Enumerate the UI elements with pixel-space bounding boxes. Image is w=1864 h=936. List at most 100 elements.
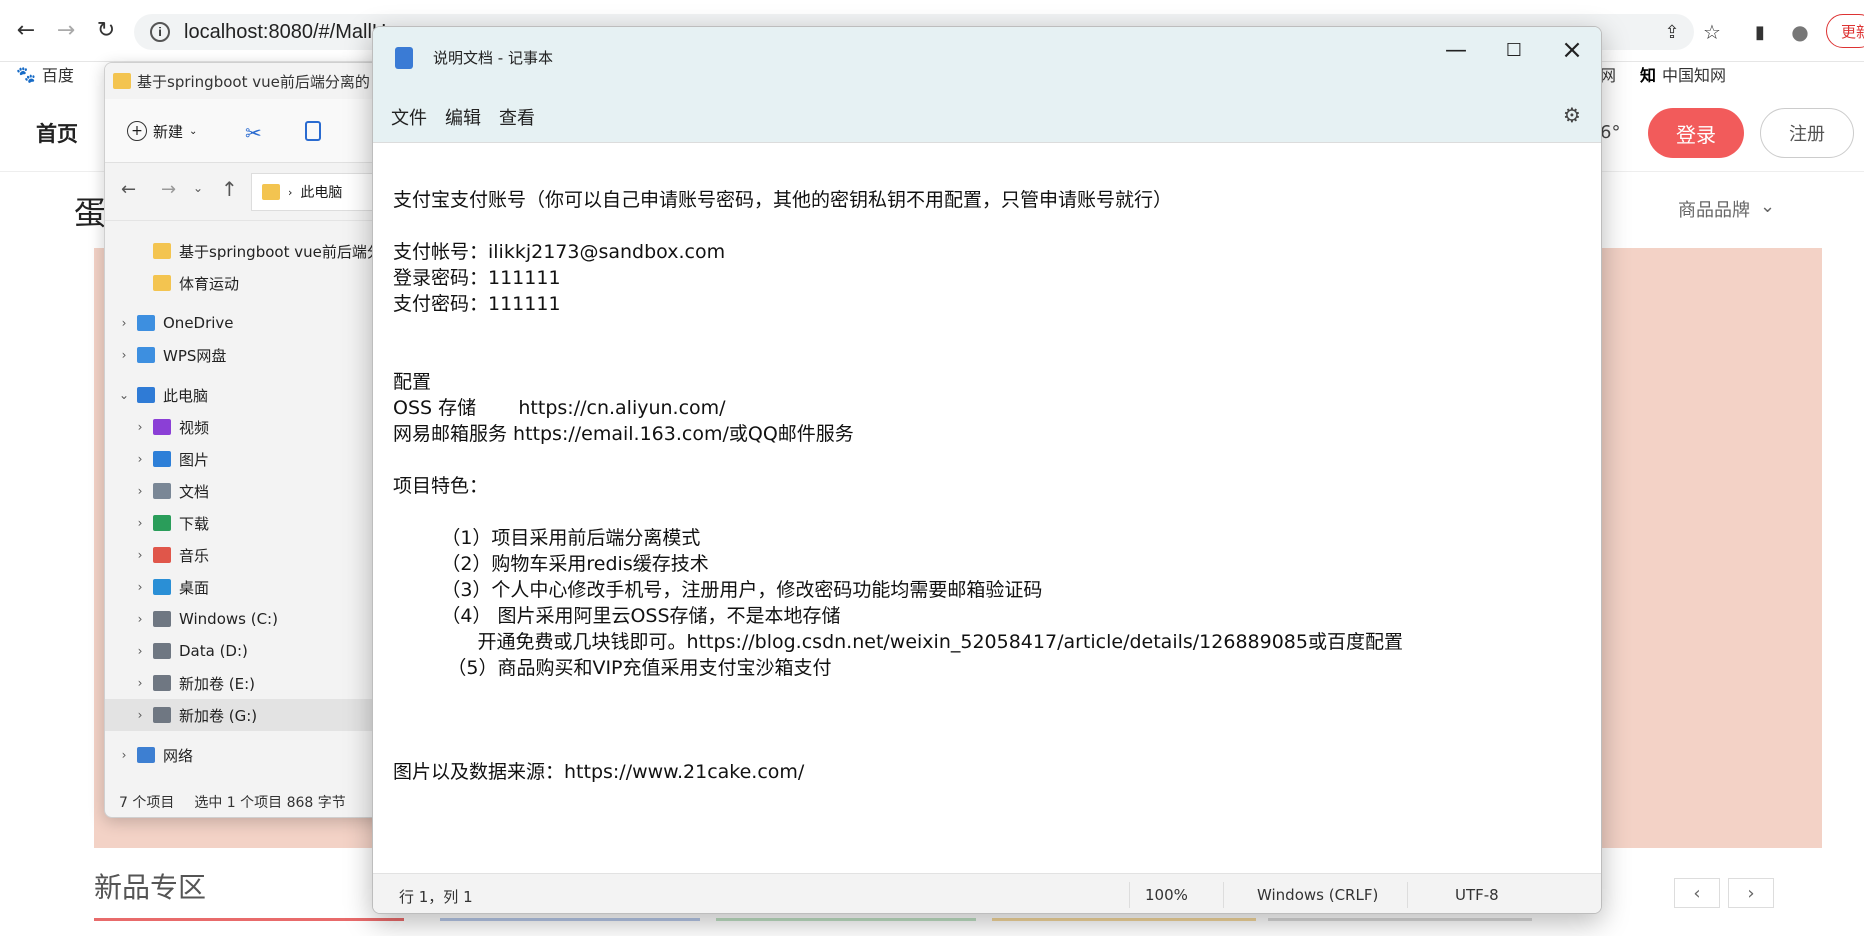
chevron-right-icon[interactable]: › (131, 420, 149, 434)
prev-page-button[interactable]: ‹ (1674, 878, 1720, 908)
info-icon[interactable]: i (150, 22, 170, 42)
copy-icon[interactable] (305, 121, 321, 141)
chevron-down-icon[interactable]: ⌄ (115, 388, 133, 402)
folder-icon (113, 73, 131, 89)
line-ending: Windows (CRLF) (1257, 886, 1379, 904)
chevron-right-icon[interactable]: › (115, 348, 133, 362)
tree-item-label: Windows (C:) (179, 610, 278, 628)
chevron-right-icon[interactable]: › (131, 644, 149, 658)
reload-icon[interactable]: ↻ (90, 14, 122, 46)
tree-item[interactable]: 基于springboot vue前后端分 (105, 235, 403, 267)
explorer-titlebar: 基于springboot vue前后端分离的 (105, 63, 403, 99)
notepad-statusbar: 行 1，列 1 100% Windows (CRLF) UTF-8 (373, 873, 1601, 913)
tree-item[interactable]: › Data (D:) (105, 635, 403, 667)
folder-icon (153, 243, 171, 259)
chevron-right-icon[interactable]: › (131, 516, 149, 530)
explorer-statusbar: 7 个项目 选中 1 个项目 868 字节 (105, 785, 403, 817)
bookmark-cnki[interactable]: 知 中国知网 (1640, 62, 1726, 86)
update-button[interactable]: 更新 (1826, 14, 1864, 48)
maximize-button[interactable]: ☐ (1485, 27, 1543, 73)
cloud-icon (137, 347, 155, 363)
tree-item[interactable]: › OneDrive (105, 307, 403, 339)
new-button[interactable]: + 新建 ⌄ (127, 115, 197, 147)
explorer-toolbar: + 新建 ⌄ ✂ (105, 99, 403, 163)
encoding: UTF-8 (1455, 886, 1499, 904)
chevron-right-icon[interactable]: › (131, 708, 149, 722)
tree-item-label: 视频 (179, 418, 210, 437)
tree-item[interactable]: › Windows (C:) (105, 603, 403, 635)
drive-icon (153, 707, 171, 723)
up-icon[interactable]: ↑ (221, 177, 238, 201)
nav-home[interactable]: 首页 (36, 118, 78, 148)
product-card-bar (94, 918, 404, 921)
product-card-bar (716, 918, 976, 921)
chevron-right-icon[interactable]: › (131, 612, 149, 626)
drive-icon (153, 611, 171, 627)
tree-item-label: 基于springboot vue前后端分 (179, 242, 382, 261)
brand-filter[interactable]: 商品品牌 ⌄ (1678, 196, 1775, 222)
tree-item[interactable]: › 下载 (105, 507, 403, 539)
forward-icon[interactable]: → (50, 14, 82, 46)
recent-icon[interactable]: ⌄ (193, 181, 203, 195)
star-icon[interactable]: ☆ (1696, 16, 1728, 48)
item-count: 7 个项目 (119, 795, 175, 811)
product-card-bar (992, 918, 1256, 921)
settings-icon[interactable]: ⚙ (1563, 103, 1581, 127)
menu-edit[interactable]: 编辑 (445, 104, 481, 130)
sidebar-icon[interactable]: ▮ (1744, 16, 1776, 48)
plus-icon: + (127, 121, 147, 141)
weather-temp: 6° (1600, 122, 1621, 143)
chevron-right-icon[interactable]: › (131, 580, 149, 594)
tree-item[interactable]: › 视频 (105, 411, 403, 443)
document-icon (153, 483, 171, 499)
bookmark-baidu[interactable]: 🐾 百度 (16, 62, 74, 86)
chevron-right-icon[interactable]: › (131, 452, 149, 466)
new-label: 新建 (153, 122, 184, 141)
menu-file[interactable]: 文件 (391, 104, 427, 130)
folder-icon (153, 275, 171, 291)
tree-item[interactable]: › 文档 (105, 475, 403, 507)
drive-icon (153, 675, 171, 691)
explorer-title: 基于springboot vue前后端分离的 (137, 72, 370, 91)
back-icon[interactable]: ← (10, 14, 42, 46)
notepad-text-area[interactable]: 支付宝支付账号（你可以自己申请账号密码，其他的密钥私钥不用配置，只管申请账号就行… (373, 143, 1601, 897)
tree-item[interactable]: ⌄ 此电脑 (105, 379, 403, 411)
download-icon (153, 515, 171, 531)
chevron-right-icon[interactable]: › (115, 748, 133, 762)
bookmark-label: 网 (1600, 66, 1617, 85)
chevron-right-icon[interactable]: › (131, 676, 149, 690)
tree-item[interactable]: › 桌面 (105, 571, 403, 603)
tree-item[interactable]: › 新加卷 (G:) (105, 699, 403, 731)
tree-item-label: 新加卷 (E:) (179, 674, 256, 693)
minimize-button[interactable]: — (1427, 27, 1485, 73)
bookmark-label: 中国知网 (1662, 66, 1727, 85)
forward-icon[interactable]: → (161, 179, 176, 200)
tree-item[interactable]: 体育运动 (105, 267, 403, 299)
update-label: 更新 (1841, 22, 1864, 41)
computer-icon (137, 387, 155, 403)
bookmark-partial[interactable]: 网 (1600, 62, 1616, 86)
back-icon[interactable]: ← (121, 179, 136, 200)
chevron-right-icon[interactable]: › (131, 484, 149, 498)
tree-item[interactable]: › WPS网盘 (105, 339, 403, 371)
tree-item[interactable]: › 图片 (105, 443, 403, 475)
register-button[interactable]: 注册 (1760, 108, 1854, 158)
section-title-new: 新品专区 (94, 871, 207, 904)
tree-item[interactable]: › 音乐 (105, 539, 403, 571)
chevron-right-icon[interactable]: › (131, 548, 149, 562)
menu-view[interactable]: 查看 (499, 104, 535, 130)
share-icon[interactable]: ⇪ (1656, 16, 1688, 48)
tree-item[interactable]: › 网络 (105, 739, 403, 771)
login-button[interactable]: 登录 (1648, 108, 1744, 158)
product-card-bar (1268, 918, 1532, 921)
brand-filter-label: 商品品牌 (1678, 200, 1750, 221)
chevron-right-icon[interactable]: › (115, 316, 133, 330)
tree-item[interactable]: › 新加卷 (E:) (105, 667, 403, 699)
cut-icon[interactable]: ✂ (245, 121, 262, 145)
chevron-down-icon: ⌄ (1760, 196, 1776, 217)
notepad-menubar: 文件 编辑 查看 ⚙ (373, 91, 1601, 143)
close-button[interactable]: × (1543, 27, 1601, 73)
tree-item-label: 体育运动 (179, 274, 240, 293)
next-page-button[interactable]: › (1728, 878, 1774, 908)
profile-icon[interactable]: ● (1784, 16, 1816, 48)
